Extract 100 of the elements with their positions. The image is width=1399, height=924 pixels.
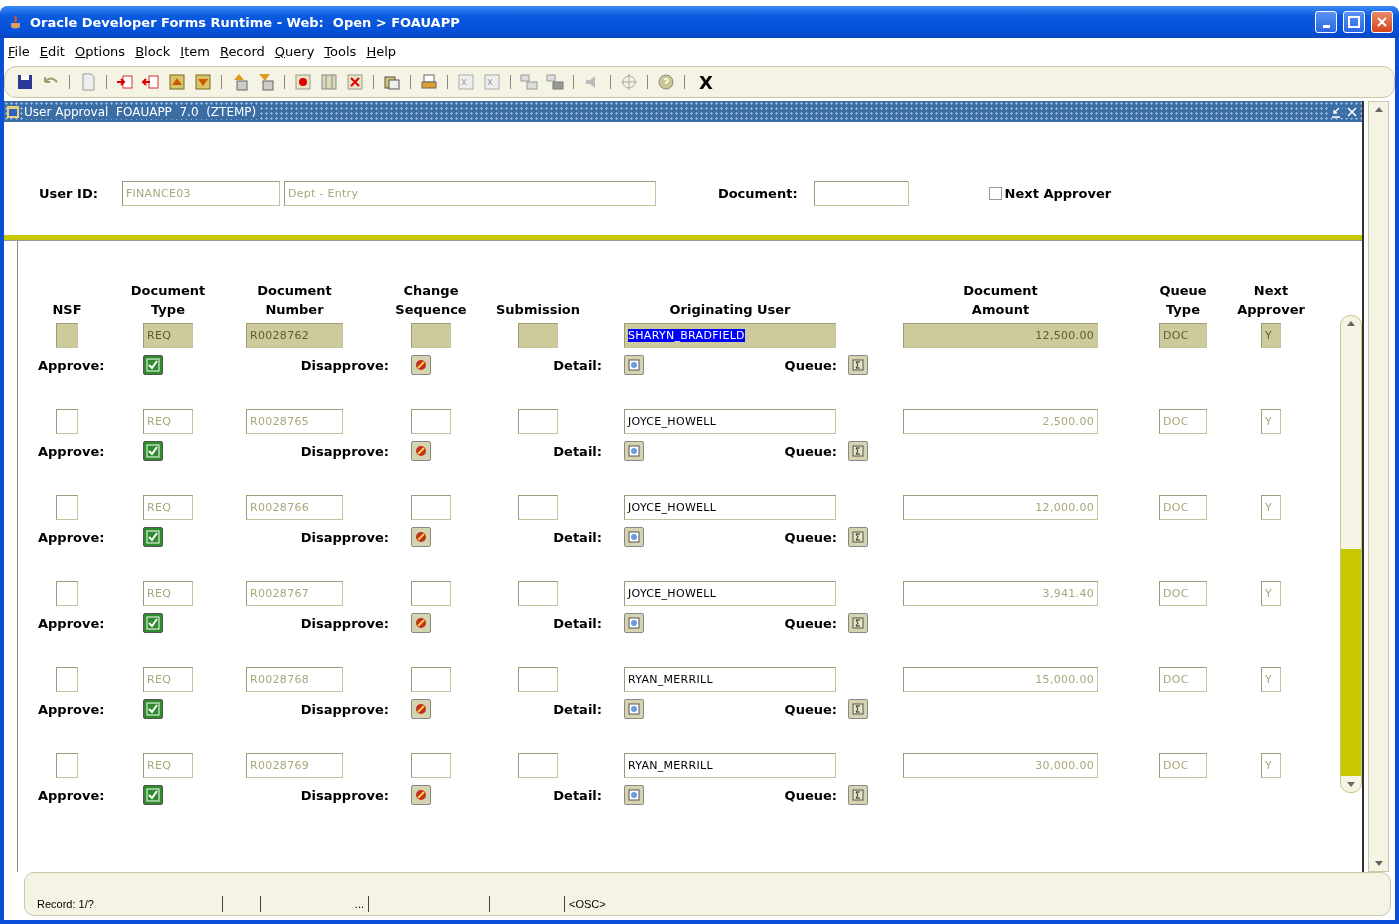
document-number-field[interactable]: R0028769	[246, 752, 343, 778]
approve-checkbox[interactable]	[143, 613, 163, 633]
nsf-field[interactable]	[56, 408, 78, 434]
originating-user-field[interactable]: SHARYN_BRADFIELD	[624, 322, 836, 348]
document-amount-field[interactable]: 12,500.00	[903, 322, 1098, 348]
queue-type-field[interactable]: DOC	[1159, 752, 1207, 778]
approve-checkbox[interactable]	[143, 699, 163, 719]
detail-button[interactable]	[624, 613, 644, 633]
queue-button[interactable]	[848, 355, 868, 375]
checkbox[interactable]	[988, 187, 1002, 200]
arrow-page-icon[interactable]	[141, 72, 161, 92]
minimize-icon[interactable]	[1330, 105, 1342, 118]
detail-button[interactable]	[624, 355, 644, 375]
document-amount-field[interactable]: 30,000.00	[903, 752, 1098, 778]
approve-checkbox[interactable]	[143, 441, 163, 461]
disapprove-button[interactable]	[411, 527, 431, 547]
approve-checkbox[interactable]	[143, 527, 163, 547]
close-button[interactable]	[1371, 11, 1393, 33]
queue-button[interactable]	[848, 441, 868, 461]
document-number-field[interactable]: R0028767	[246, 580, 343, 606]
change-sequence-field[interactable]	[411, 752, 451, 778]
menu-item[interactable]: Item	[180, 43, 210, 59]
menu-item[interactable]: File	[8, 43, 30, 59]
document-number-field[interactable]: R0028765	[246, 408, 343, 434]
originating-user-field[interactable]: JOYCE_HOWELL	[624, 494, 836, 520]
queue-button[interactable]	[848, 785, 868, 805]
submission-field[interactable]	[518, 752, 558, 778]
approve-checkbox[interactable]	[143, 785, 163, 805]
detail-button[interactable]	[624, 699, 644, 719]
document-type-field[interactable]: REQ	[143, 408, 193, 434]
queue-type-field[interactable]: DOC	[1159, 580, 1207, 606]
scroll-up-icon[interactable]	[1373, 106, 1384, 114]
detail-button[interactable]	[624, 527, 644, 547]
crossed-square-icon[interactable]	[456, 72, 476, 92]
next-approver-field[interactable]: Y	[1261, 494, 1281, 520]
exit-label[interactable]: X	[699, 71, 713, 93]
queue-button[interactable]	[848, 613, 868, 633]
disapprove-button[interactable]	[411, 355, 431, 375]
scroll-down-icon[interactable]	[1373, 859, 1384, 867]
queue-type-field[interactable]: DOC	[1159, 666, 1207, 692]
change-sequence-field[interactable]	[411, 408, 451, 434]
document-number-field[interactable]: R0028766	[246, 494, 343, 520]
crosshair-icon[interactable]	[619, 72, 639, 92]
submission-field[interactable]	[518, 580, 558, 606]
document-number-field[interactable]: R0028768	[246, 666, 343, 692]
menu-item[interactable]: Query	[274, 43, 315, 59]
nsf-field[interactable]	[56, 666, 78, 692]
detail-button[interactable]	[624, 441, 644, 461]
change-sequence-field[interactable]	[411, 580, 451, 606]
disapprove-button[interactable]	[411, 699, 431, 719]
originating-user-field[interactable]: JOYCE_HOWELL	[624, 580, 836, 606]
submission-field[interactable]	[518, 408, 558, 434]
user-id-field[interactable]: FINANCE03	[121, 181, 280, 206]
nsf-field[interactable]	[56, 494, 78, 520]
originating-user-field[interactable]: JOYCE_HOWELL	[624, 408, 836, 434]
queue-type-field[interactable]: DOC	[1159, 494, 1207, 520]
menu-item[interactable]: Help	[366, 43, 397, 59]
next-approver-field[interactable]: Y	[1261, 408, 1281, 434]
disapprove-button[interactable]	[411, 441, 431, 461]
detail-button[interactable]	[624, 785, 644, 805]
minimize-button[interactable]	[1315, 11, 1337, 33]
scroll-down-icon[interactable]	[1346, 780, 1356, 788]
document-type-field[interactable]: REQ	[143, 752, 193, 778]
change-sequence-field[interactable]	[411, 494, 451, 520]
printer-icon[interactable]	[419, 72, 439, 92]
document-type-field[interactable]: REQ	[143, 322, 193, 348]
disapprove-button[interactable]	[411, 785, 431, 805]
next-approver-field[interactable]: Y	[1261, 666, 1281, 692]
menu-item[interactable]: Record	[219, 43, 265, 59]
approve-checkbox[interactable]	[143, 355, 163, 375]
close-icon[interactable]	[1346, 105, 1358, 118]
document-type-field[interactable]: REQ	[143, 494, 193, 520]
document-amount-field[interactable]: 2,500.00	[903, 408, 1098, 434]
submission-field[interactable]	[518, 666, 558, 692]
document-amount-field[interactable]: 3,941.40	[903, 580, 1098, 606]
next-approver-field[interactable]: Y	[1261, 322, 1281, 348]
document-number-field[interactable]: R0028762	[246, 322, 343, 348]
triangle-down-icon[interactable]	[193, 72, 213, 92]
nsf-field[interactable]	[56, 580, 78, 606]
next-approver-field[interactable]: Y	[1261, 580, 1281, 606]
document-field[interactable]	[813, 181, 909, 206]
boxes-icon[interactable]	[545, 72, 565, 92]
user-name-field[interactable]: Dept - Entry	[283, 181, 656, 206]
menu-item[interactable]: Block	[135, 43, 171, 59]
scrollbar[interactable]	[1368, 101, 1389, 872]
cross-grid-icon[interactable]	[345, 72, 365, 92]
help-icon[interactable]	[656, 72, 676, 92]
document-amount-field[interactable]: 12,000.00	[903, 494, 1098, 520]
arrow-page-icon[interactable]	[115, 72, 135, 92]
crossed-square-icon[interactable]	[482, 72, 502, 92]
nsf-field[interactable]	[56, 752, 78, 778]
originating-user-field[interactable]: RYAN_MERRILL	[624, 752, 836, 778]
submission-field[interactable]	[518, 494, 558, 520]
submission-field[interactable]	[518, 322, 558, 348]
change-sequence-field[interactable]	[411, 322, 451, 348]
nsf-field[interactable]	[56, 322, 78, 348]
disapprove-button[interactable]	[411, 613, 431, 633]
queue-button[interactable]	[848, 699, 868, 719]
scrollbar[interactable]	[1340, 315, 1362, 793]
document-amount-field[interactable]: 15,000.00	[903, 666, 1098, 692]
